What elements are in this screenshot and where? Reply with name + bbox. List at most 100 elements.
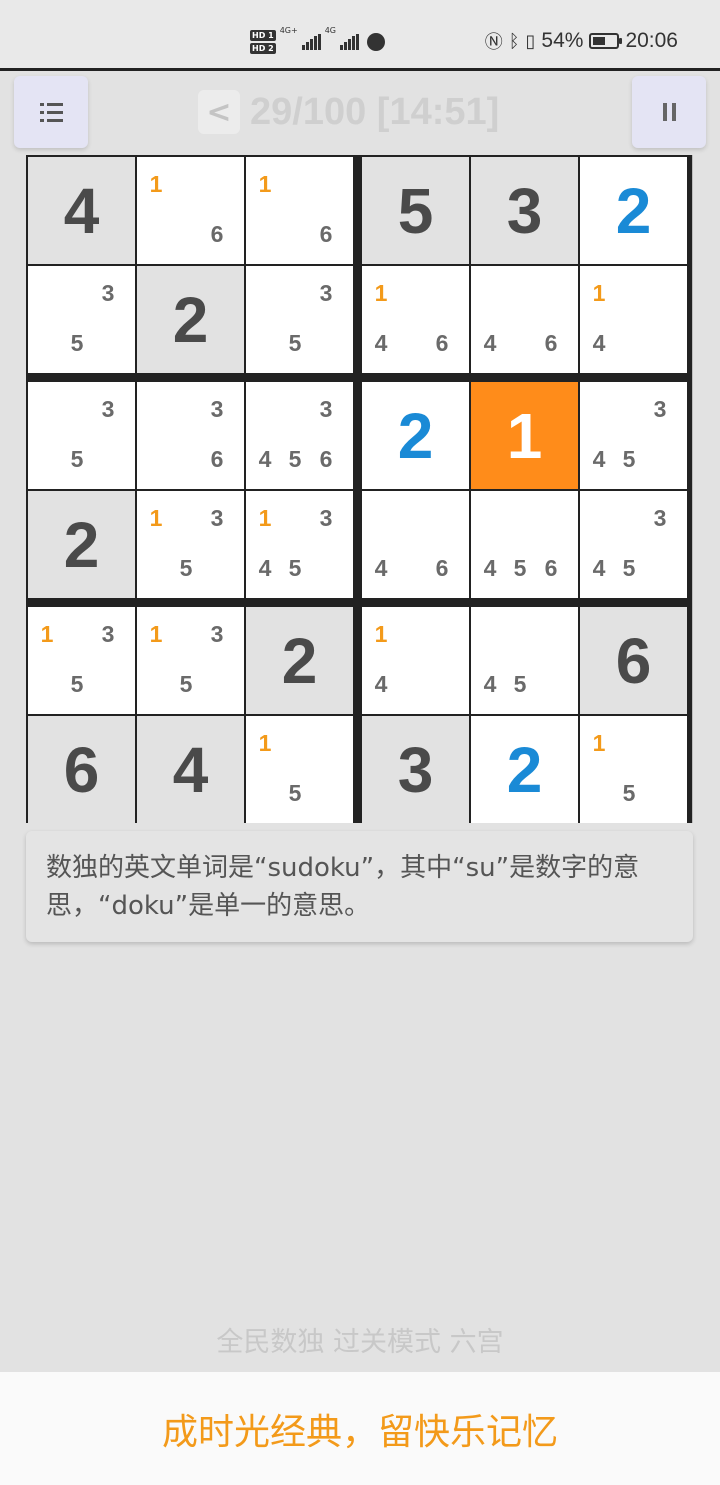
pencil-note: 1: [149, 505, 163, 531]
pencil-note: 4: [374, 671, 388, 697]
pencil-note: 5: [288, 446, 302, 472]
pencil-note: 6: [435, 555, 449, 581]
entered-digit: 1: [506, 399, 543, 472]
board-cell[interactable]: 2: [246, 607, 353, 714]
pencil-note: 3: [319, 396, 333, 422]
pencil-note: 5: [622, 555, 636, 581]
board-cell[interactable]: 2: [28, 491, 135, 598]
pencil-note: 3: [319, 280, 333, 306]
signal-indicators: HD 1 HD 2 4G+ 4G: [250, 22, 385, 62]
board-cell[interactable]: 35: [28, 382, 135, 489]
given-digit: 2: [281, 624, 318, 697]
board-cell[interactable]: 3 45: [580, 491, 687, 598]
board-cell[interactable]: 3 456: [246, 382, 353, 489]
pencil-note: 3: [210, 396, 224, 422]
pencil-note: 5: [288, 555, 302, 581]
pencil-note: 3: [210, 505, 224, 531]
board-cell[interactable]: 1 35: [137, 491, 244, 598]
board-cell[interactable]: 35: [28, 266, 135, 373]
pencil-note: 4: [258, 446, 272, 472]
pencil-note: 5: [288, 330, 302, 356]
board-cell[interactable]: 3 45: [580, 382, 687, 489]
board-cell[interactable]: 1 35: [137, 607, 244, 714]
pencil-note: 5: [70, 671, 84, 697]
pencil-note: 3: [210, 621, 224, 647]
level-progress-timer: 29/100 [14:51]: [250, 90, 500, 133]
pencil-note: 1: [592, 730, 606, 756]
board-cell[interactable]: 2: [137, 266, 244, 373]
pencil-note: 5: [179, 671, 193, 697]
given-digit: 2: [63, 508, 100, 581]
board-cell[interactable]: 45: [471, 607, 578, 714]
board-cell[interactable]: 46: [362, 491, 469, 598]
pencil-note: 6: [319, 221, 333, 247]
board-cell[interactable]: 2: [580, 157, 687, 264]
board-cell[interactable]: 4: [137, 716, 244, 823]
board-cell[interactable]: 456: [471, 491, 578, 598]
pencil-note: 5: [622, 446, 636, 472]
bluetooth-icon: ᛒ: [508, 30, 520, 52]
board-cell[interactable]: 2: [362, 382, 469, 489]
menu-button[interactable]: [14, 76, 88, 148]
board-cell[interactable]: 16: [137, 157, 244, 264]
entered-digit: 2: [615, 174, 652, 247]
board-cell[interactable]: 3: [362, 716, 469, 823]
pencil-note: 5: [513, 671, 527, 697]
status-right: Ⓝ ᛒ ▯ 54% 20:06: [485, 28, 678, 54]
pencil-note: 6: [319, 446, 333, 472]
network-type-2: 4G: [324, 26, 336, 35]
board-cell[interactable]: 6: [580, 607, 687, 714]
board-cell[interactable]: 15: [246, 716, 353, 823]
pencil-note: 4: [592, 555, 606, 581]
vibrate-icon: ▯: [525, 30, 536, 52]
battery-icon: [589, 33, 623, 49]
board-cell[interactable]: 1 35: [28, 607, 135, 714]
pencil-note: 5: [622, 780, 636, 806]
board-cell[interactable]: 5: [362, 157, 469, 264]
board-cell[interactable]: 1: [471, 382, 578, 489]
pencil-note: 1: [40, 621, 54, 647]
pencil-note: 5: [513, 555, 527, 581]
entered-digit: 2: [397, 399, 434, 472]
pencil-note: 1: [374, 621, 388, 647]
pencil-note: 4: [374, 330, 388, 356]
data-globe-icon: [366, 33, 385, 51]
board-cell[interactable]: 1 3 45: [246, 491, 353, 598]
pencil-note: 1: [149, 171, 163, 197]
board-cell[interactable]: 15: [580, 716, 687, 823]
pencil-note: 4: [483, 671, 497, 697]
footer-slogan: 成时光经典，留快乐记忆: [161, 1411, 558, 1453]
pencil-note: 4: [374, 555, 388, 581]
board-cell[interactable]: 16: [246, 157, 353, 264]
board-cell[interactable]: 35: [246, 266, 353, 373]
sudoku-board: 4161653235235146461435363456213452135134…: [26, 155, 692, 823]
pencil-note: 6: [210, 446, 224, 472]
level-title-area: < 29/100 [14:51]: [198, 88, 499, 136]
board-cell[interactable]: 3: [471, 157, 578, 264]
tip-card: 数独的英文单词是“sudoku”，其中“su”是数字的意思，“doku”是单一的…: [26, 831, 693, 942]
board-cell[interactable]: 1 4 6: [362, 266, 469, 373]
pencil-note: 3: [653, 396, 667, 422]
entered-digit: 2: [506, 733, 543, 806]
given-digit: 2: [172, 283, 209, 356]
list-menu-icon: [39, 102, 63, 122]
board-cell[interactable]: 46: [471, 266, 578, 373]
board-cell[interactable]: 36: [137, 382, 244, 489]
board-cell[interactable]: 2: [471, 716, 578, 823]
pencil-note: 4: [483, 330, 497, 356]
pencil-note: 1: [592, 280, 606, 306]
board-cell[interactable]: 6: [28, 716, 135, 823]
pause-icon: [662, 103, 676, 121]
given-digit: 6: [63, 733, 100, 806]
pencil-note: 3: [101, 280, 115, 306]
signal-bars-icon: [301, 34, 321, 50]
pencil-note: 5: [179, 555, 193, 581]
pencil-note: 4: [483, 555, 497, 581]
board-cell[interactable]: 14: [362, 607, 469, 714]
nfc-icon: Ⓝ: [484, 32, 503, 53]
status-bar: HD 1 HD 2 4G+ 4G Ⓝ ᛒ ▯ 54% 20:06: [0, 0, 720, 71]
pause-button[interactable]: [632, 76, 706, 148]
board-cell[interactable]: 4: [28, 157, 135, 264]
board-cell[interactable]: 14: [580, 266, 687, 373]
previous-level-button[interactable]: <: [198, 90, 240, 134]
